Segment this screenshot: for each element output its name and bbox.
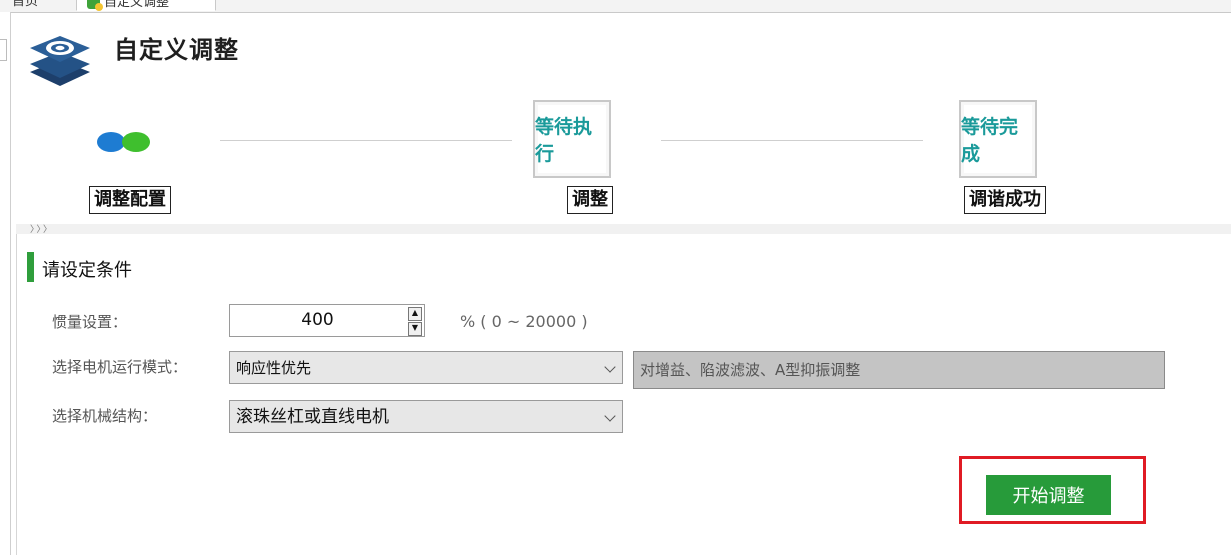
- mode-description-text: 对增益、陷波滤波、A型抑振调整: [640, 361, 861, 379]
- chevron-down-icon: [604, 361, 616, 373]
- tab-custom-adjust[interactable]: 自定义调整: [76, 0, 216, 11]
- tab-strip: 首页 自定义调整: [0, 0, 1231, 13]
- step-1-label: 调整配置: [89, 186, 171, 214]
- step-3-status: 等待完成: [959, 100, 1037, 178]
- layers-stack-icon: [24, 30, 96, 90]
- content-left-border: [16, 234, 17, 555]
- step-connector-1: [220, 140, 512, 141]
- inertia-label: 惯量设置：: [52, 313, 128, 331]
- inertia-stepper[interactable]: 400 ▲ ▼: [229, 304, 425, 337]
- start-adjust-button[interactable]: 开始调整: [986, 475, 1111, 515]
- divider-arrows: 〉〉〉: [30, 225, 55, 235]
- divider-band: [16, 224, 1231, 234]
- inertia-range: % ( 0 ~ 20000 ): [460, 312, 588, 331]
- mode-label: 选择电机运行模式：: [52, 358, 188, 376]
- page-title: 自定义调整: [114, 36, 239, 64]
- mode-select-value: 响应性优先: [236, 359, 312, 377]
- dot-green-icon: [122, 132, 150, 152]
- inertia-value[interactable]: 400: [230, 305, 405, 336]
- mechanism-label: 选择机械结构：: [52, 407, 158, 425]
- section-title: 请设定条件: [42, 260, 132, 281]
- step-progress-dots-icon: [97, 132, 157, 152]
- caret-up-icon[interactable]: ▲: [408, 307, 422, 321]
- stepper-buttons: ▲ ▼: [408, 307, 422, 336]
- tab-home[interactable]: 首页: [4, 0, 46, 11]
- tab-home-label: 首页: [12, 0, 39, 9]
- step-connector-2: [661, 140, 923, 141]
- tab-app-icon: [87, 0, 103, 11]
- step-2-status: 等待执行: [533, 100, 611, 178]
- caret-down-icon[interactable]: ▼: [408, 322, 422, 336]
- left-frame: [0, 12, 11, 555]
- section-marker: [27, 252, 34, 282]
- tab-custom-adjust-label: 自定义调整: [104, 0, 170, 10]
- mode-select[interactable]: 响应性优先: [229, 351, 623, 384]
- mode-description: 对增益、陷波滤波、A型抑振调整: [633, 351, 1165, 389]
- mechanism-select[interactable]: 滚珠丝杠或直线电机: [229, 400, 623, 433]
- mechanism-select-value: 滚珠丝杠或直线电机: [236, 407, 389, 427]
- step-3-label: 调谐成功: [964, 186, 1046, 214]
- chevron-down-icon: [604, 410, 616, 422]
- collapse-handle[interactable]: [0, 39, 7, 61]
- step-2-label: 调整: [567, 186, 613, 214]
- dot-blue-icon: [97, 132, 125, 152]
